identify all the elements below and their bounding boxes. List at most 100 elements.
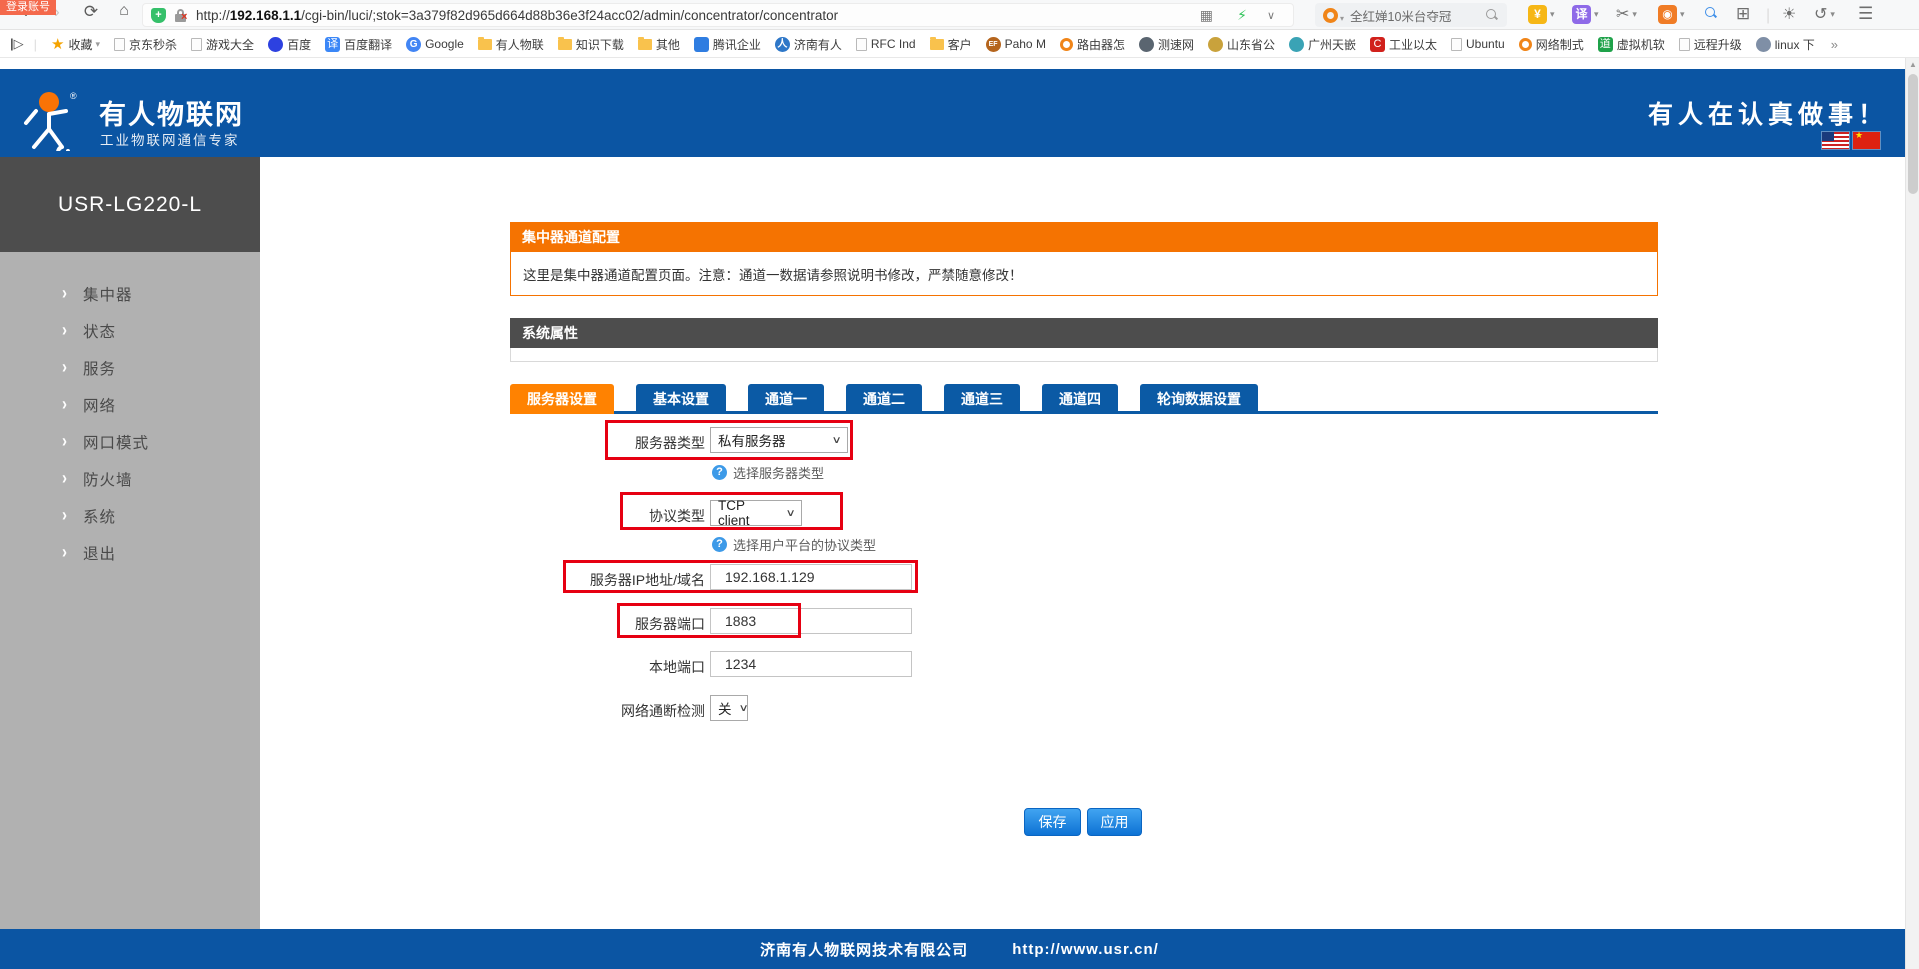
tab-channel-2[interactable]: 通道二 — [846, 384, 922, 414]
wallet-shield-icon[interactable]: ¥▾ — [1528, 4, 1555, 24]
bookmark-games[interactable]: 游戏大全 — [191, 36, 254, 53]
bookmark-jinan-usr[interactable]: 人 济南有人 — [775, 36, 842, 53]
chevron-right-icon: › — [62, 542, 67, 562]
toolbar-divider: | — [1766, 7, 1770, 25]
sidebar-item-firewall[interactable]: ›防火墙 — [0, 460, 260, 497]
undo-history-icon[interactable]: ↺▾ — [1814, 4, 1835, 24]
page-scrollbar[interactable]: ▲ — [1905, 58, 1919, 969]
folder-icon — [558, 39, 572, 50]
sidebar-item-concentrator[interactable]: ›集中器 — [0, 275, 260, 312]
bookmark-folder-other[interactable]: 其他 — [638, 36, 680, 53]
bookmark-ubuntu[interactable]: Ubuntu — [1451, 37, 1505, 51]
search-icon[interactable] — [1485, 8, 1499, 22]
screenshot-scissors-icon[interactable]: ✂▾ — [1616, 4, 1637, 24]
tab-poll-data-settings[interactable]: 轮询数据设置 — [1140, 384, 1258, 414]
save-button[interactable]: 保存 — [1024, 808, 1081, 836]
page-footer: 济南有人物联网技术有限公司 http://www.usr.cn/ — [0, 929, 1919, 969]
dao-icon: 道 — [1598, 37, 1613, 52]
tab-channel-4[interactable]: 通道四 — [1042, 384, 1118, 414]
server-port-label: 服务器端口 — [510, 614, 705, 634]
search-suggestion-text[interactable]: 全红婵10米台夺冠 — [1350, 6, 1451, 25]
server-ip-input[interactable] — [710, 564, 912, 590]
bookmark-rfc[interactable]: RFC Ind — [856, 37, 916, 51]
urlbar-dropdown-icon[interactable]: ∨ — [1267, 9, 1275, 22]
apps-grid-icon[interactable]: ⊞ — [1736, 4, 1750, 24]
search-box[interactable]: ▾ 全红婵10米台夺冠 — [1315, 3, 1507, 27]
linux-icon — [1756, 37, 1771, 52]
tab-server-settings[interactable]: 服务器设置 — [510, 384, 614, 414]
tab-channel-3[interactable]: 通道三 — [944, 384, 1020, 414]
apply-button[interactable]: 应用 — [1087, 808, 1142, 836]
cn-flag-icon[interactable] — [1853, 132, 1880, 149]
search-engine-caret-icon[interactable]: ▾ — [1340, 14, 1344, 23]
bookmark-vm[interactable]: 道 虚拟机软 — [1598, 36, 1665, 53]
tab-bar: 服务器设置 基本设置 通道一 通道二 通道三 通道四 轮询数据设置 — [510, 384, 1658, 414]
bookmark-tencent[interactable]: 腾讯企业 — [694, 36, 761, 53]
address-bar[interactable]: + × http://192.168.1.1/cgi-bin/luci/;sto… — [142, 3, 1294, 27]
bookmark-guangzhou[interactable]: 广州天嵌 — [1289, 36, 1356, 53]
footer-link[interactable]: http://www.usr.cn/ — [1012, 941, 1159, 958]
page-icon — [191, 38, 202, 51]
local-port-label: 本地端口 — [510, 657, 705, 677]
bookmark-speedtest[interactable]: 测速网 — [1139, 36, 1194, 53]
sidebar-item-services[interactable]: ›服务 — [0, 349, 260, 386]
bookmark-folder-downloads[interactable]: 知识下载 — [558, 36, 624, 53]
sidebar-item-logout[interactable]: ›退出 — [0, 534, 260, 571]
bookmark-remote-upgrade[interactable]: 远程升级 — [1679, 36, 1742, 53]
server-type-select[interactable]: 私有服务器∨ — [710, 427, 848, 453]
bookmark-paho[interactable]: EF Paho M — [986, 37, 1046, 52]
local-port-input[interactable] — [710, 651, 912, 677]
server-port-input[interactable] — [710, 608, 912, 634]
sidebar-item-status[interactable]: ›状态 — [0, 312, 260, 349]
bookmark-jd[interactable]: 京东秒杀 — [114, 36, 177, 53]
search-engine-icon[interactable] — [1323, 8, 1338, 23]
footer-company: 济南有人物联网技术有限公司 — [760, 939, 968, 960]
scrollbar-thumb[interactable] — [1908, 74, 1918, 194]
refresh-icon[interactable]: ⟳ — [78, 2, 104, 22]
page-icon — [114, 38, 125, 51]
folder-icon — [638, 39, 652, 50]
bookmarks-panel-icon[interactable]: |▷ — [10, 36, 24, 52]
login-account-badge[interactable]: 登录账号 — [0, 0, 56, 15]
bookmark-shandong[interactable]: 山东省公 — [1208, 36, 1275, 53]
qr-code-icon[interactable]: ▦ — [1200, 7, 1213, 24]
section-body — [510, 348, 1658, 362]
bookmark-network-mode[interactable]: 网络制式 — [1519, 36, 1584, 53]
emblem-icon — [1208, 37, 1223, 52]
us-flag-icon[interactable] — [1822, 132, 1849, 149]
menu-hamburger-icon[interactable]: ☰ — [1858, 4, 1873, 24]
bookmark-baidu-translate[interactable]: 译 百度翻译 — [325, 36, 392, 53]
main-content: 集中器通道配置 这里是集中器通道配置页面。注意：通道一数据请参照说明书修改，严禁… — [260, 157, 1919, 929]
chevron-right-icon: › — [62, 394, 67, 414]
bookmark-google[interactable]: G Google — [406, 37, 464, 52]
bookmark-favorites[interactable]: ★ 收藏▾ — [51, 35, 100, 53]
page-icon — [856, 38, 867, 51]
translate-icon[interactable]: 译▾ — [1572, 4, 1599, 24]
safe-shield-icon[interactable]: + — [151, 8, 166, 23]
speed-bolt-icon[interactable]: ⚡ — [1237, 7, 1247, 24]
scroll-up-icon[interactable]: ▲ — [1908, 60, 1918, 69]
sidebar-item-network[interactable]: ›网络 — [0, 386, 260, 423]
bookmark-industrial-ethernet[interactable]: C 工业以太 — [1370, 36, 1437, 53]
sidebar-item-port-mode[interactable]: ›网口模式 — [0, 423, 260, 460]
find-icon[interactable] — [1704, 4, 1720, 24]
bookmark-router[interactable]: 路由器怎 — [1060, 36, 1125, 53]
tab-channel-1[interactable]: 通道一 — [748, 384, 824, 414]
chevron-down-icon: ∨ — [785, 508, 795, 519]
url-text[interactable]: http://192.168.1.1/cgi-bin/luci/;stok=3a… — [196, 8, 838, 23]
protocol-select[interactable]: TCP client∨ — [710, 500, 802, 526]
chevron-down-icon[interactable]: ▾ — [96, 39, 101, 50]
sidebar-item-system[interactable]: ›系统 — [0, 497, 260, 534]
bookmark-folder-customers[interactable]: 客户 — [930, 36, 972, 53]
bookmarks-overflow-icon[interactable]: » — [1831, 37, 1838, 52]
tab-basic-settings[interactable]: 基本设置 — [636, 384, 726, 414]
link-detect-select[interactable]: 关∨ — [710, 695, 748, 721]
theme-sun-icon[interactable]: ☀ — [1782, 4, 1796, 24]
bookmark-baidu[interactable]: 百度 — [268, 36, 311, 53]
bookmark-linux[interactable]: linux 下 — [1756, 36, 1815, 53]
bookmark-folder-usr[interactable]: 有人物联 — [478, 36, 544, 53]
translate-icon: 译 — [325, 37, 340, 52]
home-icon[interactable]: ⌂ — [111, 2, 137, 20]
panel-note: 这里是集中器通道配置页面。注意：通道一数据请参照说明书修改，严禁随意修改！ — [510, 252, 1658, 296]
games-icon[interactable]: ◉▾ — [1658, 4, 1685, 24]
